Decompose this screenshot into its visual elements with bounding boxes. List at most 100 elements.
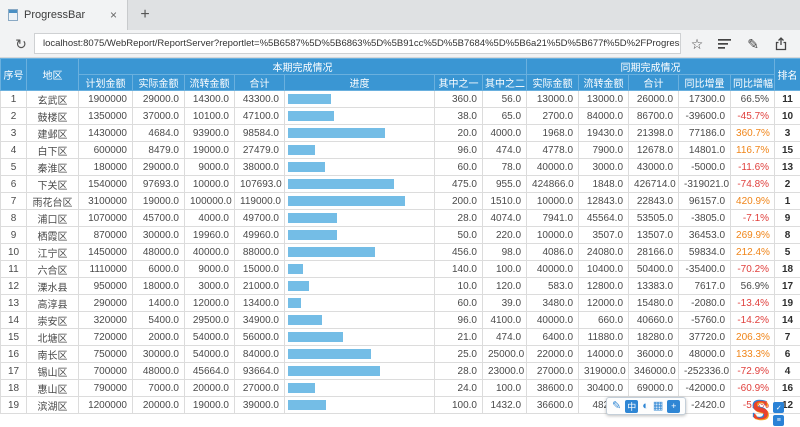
cell-p_transfer: 12000.0 (579, 295, 629, 312)
cell-part2: 474.0 (483, 142, 527, 159)
cell-plan: 790000 (79, 380, 133, 397)
cell-plan: 180000 (79, 159, 133, 176)
col-header-actual: 实际金额 (133, 75, 185, 91)
table-row: 8浦口区107000045700.04000.049700.028.04074.… (1, 210, 800, 227)
cell-p_total: 15480.0 (629, 295, 679, 312)
cell-actual: 8479.0 (133, 142, 185, 159)
progress-cell (285, 295, 435, 312)
progress-cell (285, 278, 435, 295)
cell-actual: 29000.0 (133, 91, 185, 108)
cell-yoy_delta: 17300.0 (679, 91, 731, 108)
table-row: 10江宁区145000048000.040000.088000.0456.098… (1, 244, 800, 261)
cell-part2: 56.0 (483, 91, 527, 108)
cell-yoy_delta: -39600.0 (679, 108, 731, 125)
cell-yoy_rate: 206.3% (731, 329, 775, 346)
cell-transfer: 9000.0 (185, 261, 235, 278)
col-header-total: 合计 (235, 75, 285, 91)
cell-p_transfer: 660.0 (579, 312, 629, 329)
col-header-prev-total: 合计 (629, 75, 679, 91)
progress-cell (285, 210, 435, 227)
browser-tab[interactable]: ProgressBar × (0, 0, 128, 30)
ime-toolbar[interactable]: ✎ 中 ◐ ▦ + (606, 397, 686, 415)
cell-total: 27479.0 (235, 142, 285, 159)
ime-language-icon[interactable]: 中 (625, 400, 638, 413)
cell-yoy_rate: -45.7% (731, 108, 775, 125)
cell-total: 107693.0 (235, 176, 285, 193)
ime-keyboard-icon[interactable]: ▦ (653, 401, 663, 412)
close-tab-icon[interactable]: × (108, 8, 119, 22)
cell-yoy_delta: -5000.0 (679, 159, 731, 176)
cell-actual: 6000.0 (133, 261, 185, 278)
cell-p_transfer: 12843.0 (579, 193, 629, 210)
ime-fullwidth-icon[interactable]: ◐ (642, 401, 649, 412)
cell-plan: 3100000 (79, 193, 133, 210)
cell-region: 白下区 (27, 142, 79, 159)
cell-p_actual: 13000.0 (527, 91, 579, 108)
ime-toolbox-icon[interactable]: + (667, 400, 680, 413)
progress-bar (288, 400, 326, 410)
sogou-logo[interactable]: S (752, 399, 769, 423)
hub-icon[interactable] (718, 38, 732, 50)
cell-transfer: 14300.0 (185, 91, 235, 108)
cell-part2: 955.0 (483, 176, 527, 193)
share-icon[interactable] (774, 37, 788, 51)
cell-rank: 8 (775, 227, 800, 244)
cell-actual: 4684.0 (133, 125, 185, 142)
cell-p_actual: 3480.0 (527, 295, 579, 312)
cell-total: 39000.0 (235, 397, 285, 414)
group-header-previous: 同期完成情况 (527, 59, 775, 75)
cell-part1: 21.0 (435, 329, 483, 346)
cell-yoy_delta: -252336.0 (679, 363, 731, 380)
cell-seq: 4 (1, 142, 27, 159)
cell-region: 玄武区 (27, 91, 79, 108)
cell-p_actual: 4778.0 (527, 142, 579, 159)
progress-bar (288, 281, 309, 291)
cell-region: 高淳县 (27, 295, 79, 312)
cell-p_transfer: 12800.0 (579, 278, 629, 295)
cell-region: 南长区 (27, 346, 79, 363)
tray-icon-1[interactable]: ✓ (773, 402, 784, 413)
cell-rank: 7 (775, 329, 800, 346)
col-header-rank: 排名 (775, 59, 800, 91)
cell-yoy_rate: 360.7% (731, 125, 775, 142)
cell-transfer: 54000.0 (185, 346, 235, 363)
cell-seq: 16 (1, 346, 27, 363)
web-note-icon[interactable]: ✎ (747, 37, 759, 51)
progress-bar (288, 213, 337, 223)
favorites-star-icon[interactable]: ☆ (691, 37, 704, 51)
cell-yoy_rate: -72.9% (731, 363, 775, 380)
cell-part2: 120.0 (483, 278, 527, 295)
cell-p_total: 69000.0 (629, 380, 679, 397)
cell-seq: 2 (1, 108, 27, 125)
progress-cell (285, 363, 435, 380)
cell-part2: 39.0 (483, 295, 527, 312)
cell-part1: 475.0 (435, 176, 483, 193)
progress-cell (285, 380, 435, 397)
ime-logo-group[interactable]: S ✓ ≡ (752, 399, 784, 426)
cell-yoy_rate: 269.9% (731, 227, 775, 244)
cell-part1: 38.0 (435, 108, 483, 125)
cell-actual: 30000.0 (133, 346, 185, 363)
cell-actual: 5400.0 (133, 312, 185, 329)
url-text: localhost:8075/WebReport/ReportServer?re… (35, 38, 680, 49)
cell-p_actual: 10000.0 (527, 193, 579, 210)
cell-total: 49700.0 (235, 210, 285, 227)
address-bar[interactable]: localhost:8075/WebReport/ReportServer?re… (34, 33, 681, 54)
cell-p_actual: 22000.0 (527, 346, 579, 363)
cell-yoy_delta: -5760.0 (679, 312, 731, 329)
tray-icon-2[interactable]: ≡ (773, 415, 784, 426)
cell-region: 建邺区 (27, 125, 79, 142)
cell-yoy_delta: 36453.0 (679, 227, 731, 244)
cell-total: 56000.0 (235, 329, 285, 346)
cell-part1: 28.0 (435, 210, 483, 227)
new-tab-button[interactable]: + (128, 0, 162, 30)
tab-title: ProgressBar (24, 9, 102, 21)
ime-pen-icon[interactable]: ✎ (612, 401, 621, 412)
cell-yoy_delta: 48000.0 (679, 346, 731, 363)
report-favicon-icon (8, 9, 18, 21)
cell-plan: 720000 (79, 329, 133, 346)
progress-bar (288, 349, 371, 359)
cell-yoy_rate: 420.9% (731, 193, 775, 210)
refresh-icon[interactable]: ↻ (8, 33, 34, 55)
cell-p_total: 13383.0 (629, 278, 679, 295)
